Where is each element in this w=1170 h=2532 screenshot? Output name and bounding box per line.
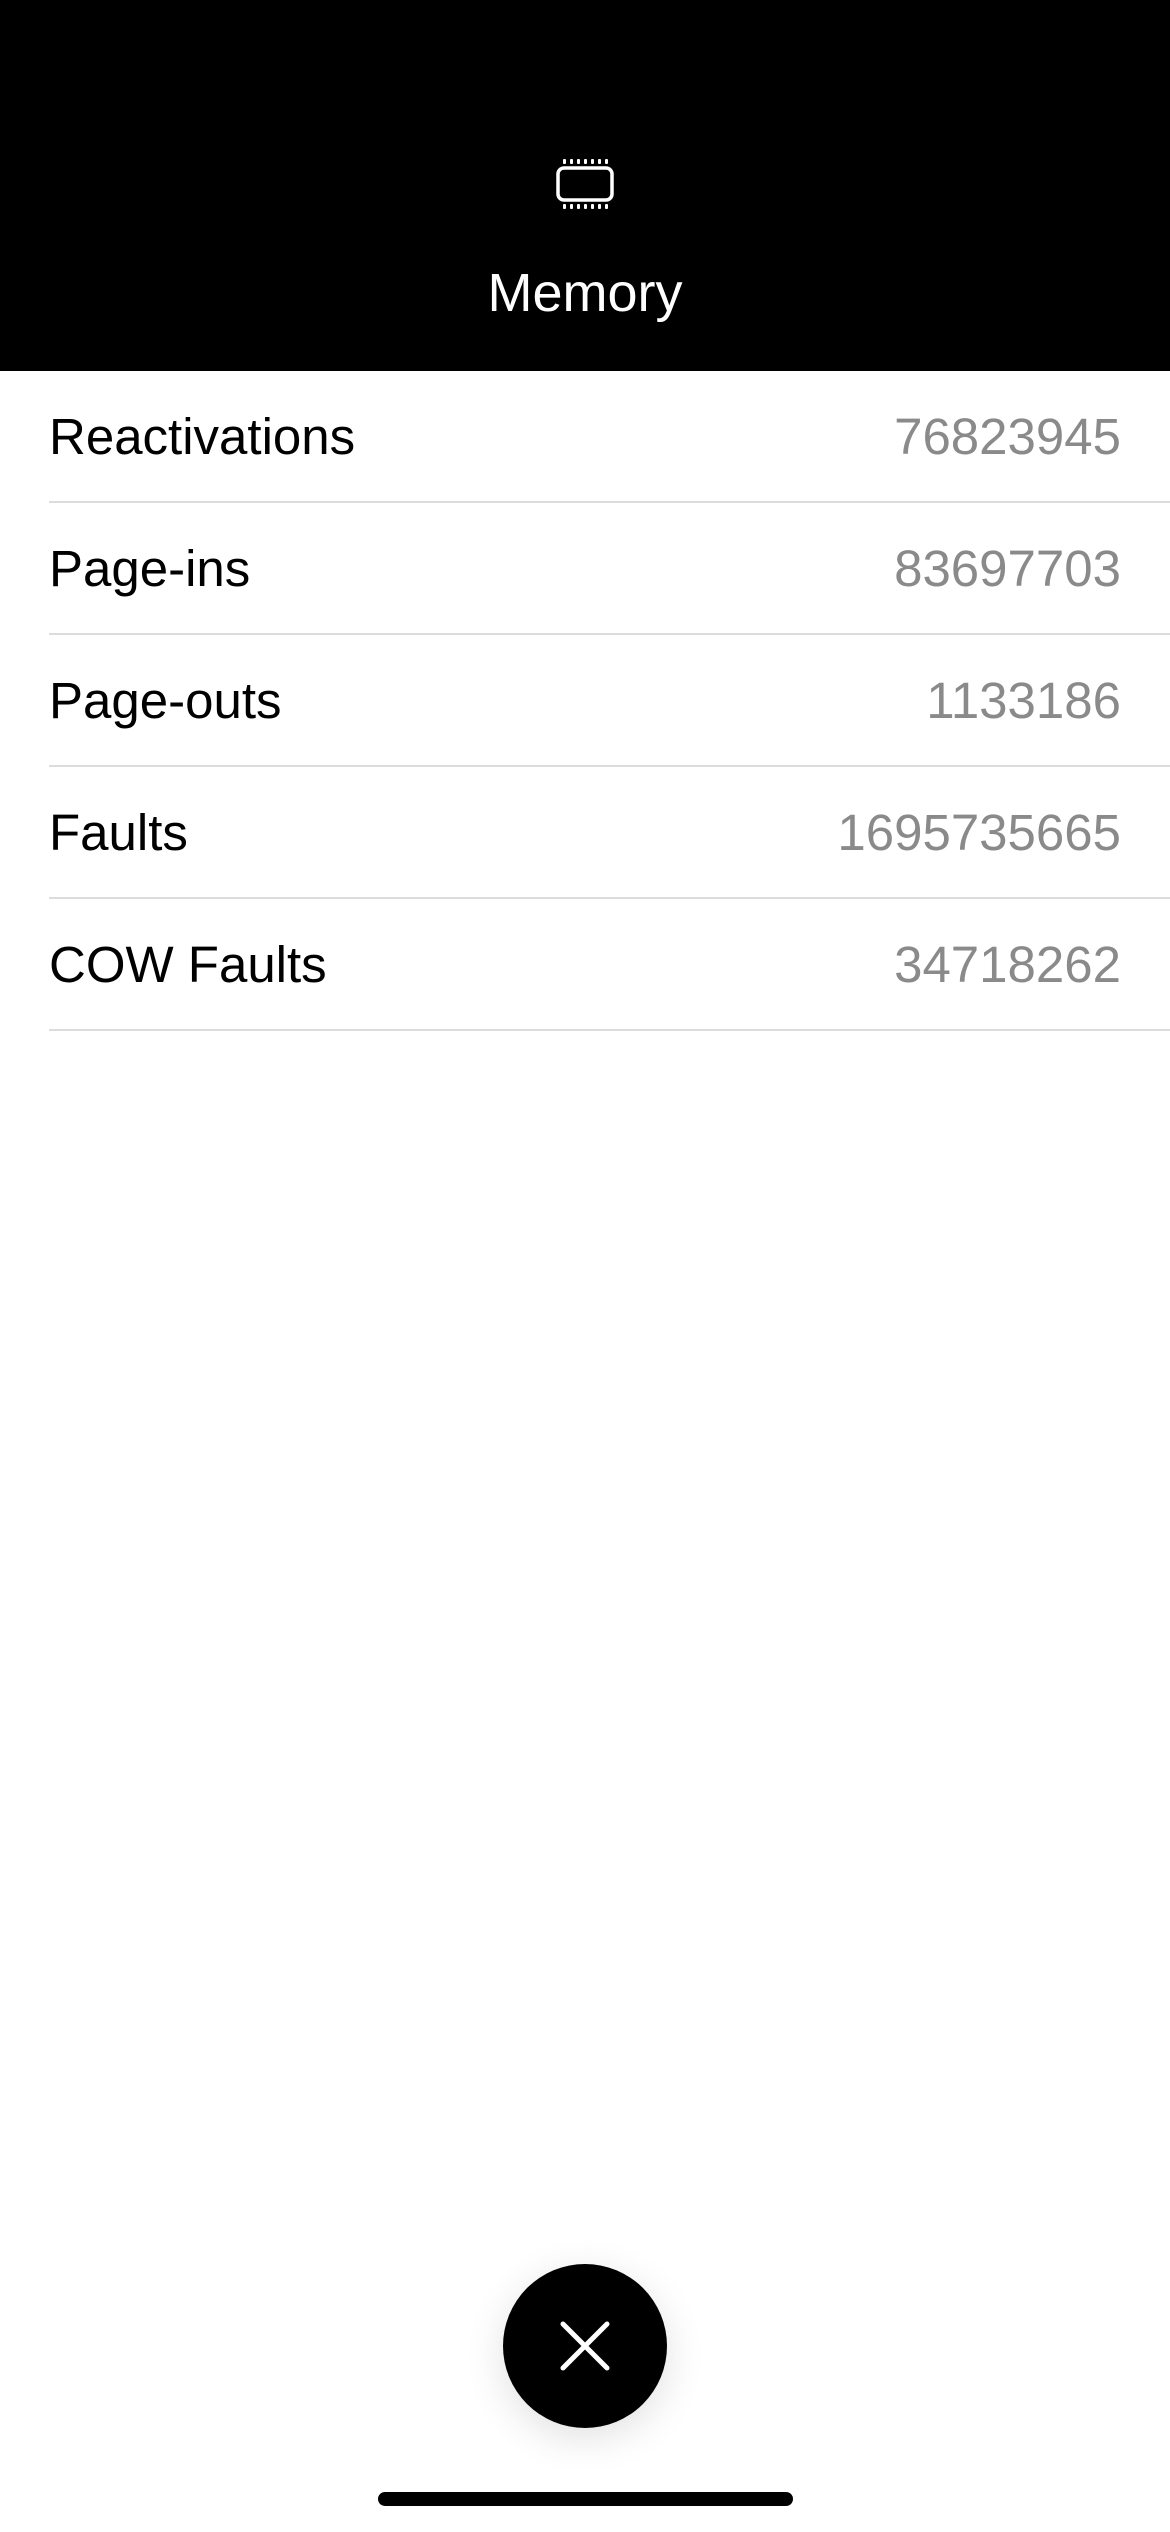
row-label: Faults	[49, 804, 188, 861]
memory-screen: Memory Reactivations 76823945 Page-ins 8…	[0, 0, 1170, 2532]
row-value: 83697703	[894, 540, 1121, 597]
list-item-page-ins: Page-ins 83697703	[0, 503, 1170, 635]
memory-chip-icon	[556, 159, 614, 209]
list-item-faults: Faults 1695735665	[0, 767, 1170, 899]
row-value: 34718262	[894, 936, 1121, 993]
list-item-page-outs: Page-outs 1133186	[0, 635, 1170, 767]
row-value: 1133186	[926, 672, 1121, 729]
row-label: COW Faults	[49, 936, 327, 993]
row-value: 1695735665	[837, 804, 1121, 861]
row-value: 76823945	[894, 408, 1121, 465]
list-item-cow-faults: COW Faults 34718262	[0, 899, 1170, 1031]
close-icon	[560, 2321, 610, 2371]
row-label: Page-outs	[49, 672, 282, 729]
page-title: Memory	[487, 263, 683, 323]
list-item-reactivations: Reactivations 76823945	[0, 371, 1170, 503]
row-label: Reactivations	[49, 408, 356, 465]
memory-stats-list: Reactivations 76823945 Page-ins 83697703…	[0, 371, 1170, 1031]
home-indicator[interactable]	[378, 2492, 793, 2506]
header: Memory	[0, 0, 1170, 371]
row-label: Page-ins	[49, 540, 251, 597]
close-button[interactable]	[503, 2264, 667, 2428]
